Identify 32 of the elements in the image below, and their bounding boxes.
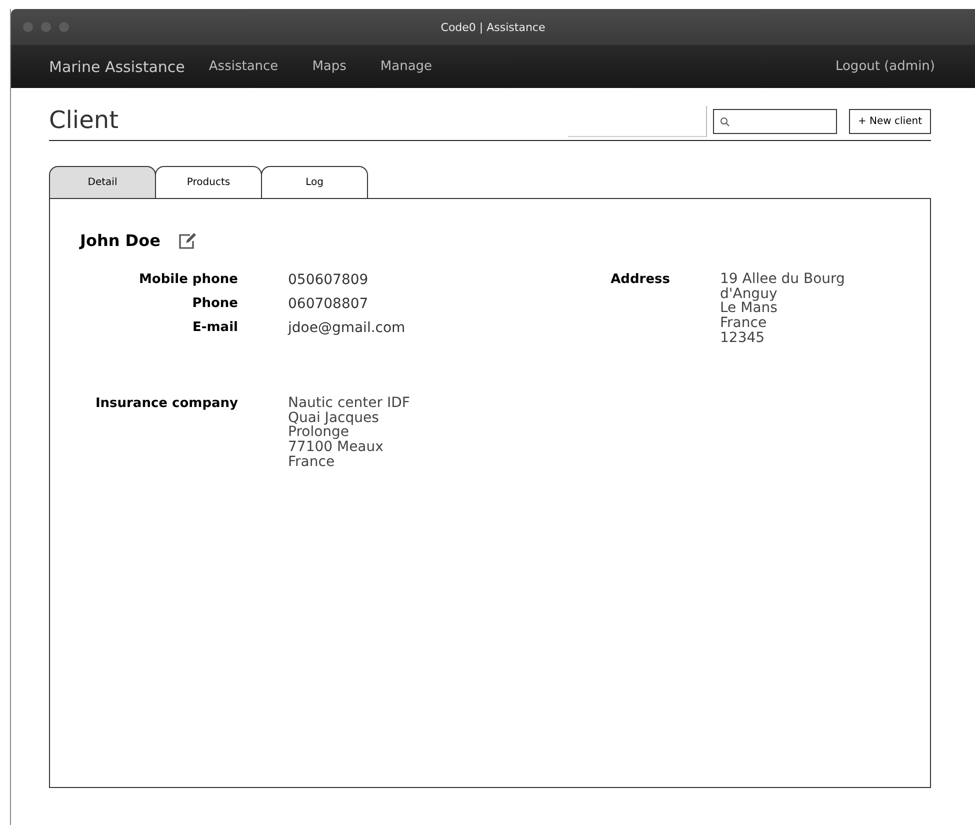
insurance-line: 77100 Meaux <box>288 440 384 455</box>
address-line: France <box>720 316 768 331</box>
field-label: Insurance company <box>94 396 238 413</box>
field-value: jdoe@gmail.com <box>288 320 406 336</box>
field-label: E-mail <box>191 320 238 336</box>
search-icon <box>720 116 730 126</box>
nav-link[interactable]: Manage <box>380 59 432 74</box>
field-label: Mobile phone <box>138 272 238 288</box>
field-label: Phone <box>191 296 238 312</box>
page-title: Client <box>49 106 118 134</box>
address-line: Le Mans <box>720 301 778 316</box>
insurance-line: Quai Jacques <box>288 410 380 426</box>
brand[interactable]: Marine Assistance <box>49 58 185 76</box>
insurance-line: France <box>288 454 336 470</box>
address-line: d'Anguy <box>720 286 778 302</box>
insurance-line: Prolonge <box>288 425 350 440</box>
tab[interactable]: Detail <box>49 166 156 198</box>
logout-link[interactable]: Logout (admin) <box>835 59 935 74</box>
address-line: 12345 <box>720 330 766 346</box>
window-title: Code0 | Assistance <box>440 20 546 34</box>
insurance-line: Nautic center IDF <box>288 396 411 411</box>
nav-link[interactable]: Maps <box>312 59 346 74</box>
search-field[interactable] <box>712 109 837 134</box>
client-name: John Doe <box>80 231 160 250</box>
address-line: 19 Allee du Bourg <box>720 272 845 287</box>
field-value: 050607809 <box>288 272 370 288</box>
edit-icon[interactable] <box>178 232 198 250</box>
tab[interactable]: Log <box>261 166 368 198</box>
new-client-button[interactable]: + New client <box>848 109 931 134</box>
field-value: 060708807 <box>288 296 370 312</box>
nav-link[interactable]: Assistance <box>208 59 278 74</box>
field-label: Address <box>610 272 670 289</box>
